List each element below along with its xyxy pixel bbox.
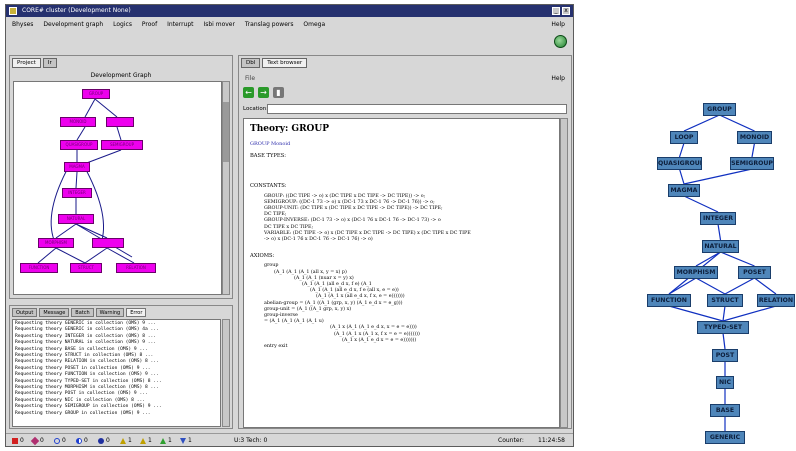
hierarchy-edge <box>695 251 721 267</box>
hierarchy-node-nic[interactable]: NIC <box>716 376 734 389</box>
hierarchy-node-base[interactable]: BASE <box>710 404 740 417</box>
hierarchy-node-quasigroup[interactable]: QUASIGROUP <box>657 157 702 170</box>
hierarchy-edge <box>720 251 755 267</box>
hierarchy-node-loop[interactable]: LOOP <box>670 131 698 144</box>
hierarchy-edge <box>717 223 722 241</box>
hierarchy-edge <box>683 195 719 213</box>
hierarchy-edge <box>754 277 777 295</box>
hierarchy-edge <box>668 305 724 322</box>
hierarchy-node-post[interactable]: POST <box>712 349 738 362</box>
hierarchy-edge <box>719 114 755 132</box>
hierarchy-edges <box>668 114 777 431</box>
hierarchy-edge <box>722 305 777 322</box>
hierarchy-edge <box>722 332 726 350</box>
hierarchy-node-struct[interactable]: STRUCT <box>707 294 743 307</box>
hierarchy-node-integer[interactable]: INTEGER <box>700 212 736 225</box>
hierarchy-edge <box>722 305 726 322</box>
hierarchy-edge <box>724 277 755 295</box>
hierarchy-edge <box>678 142 685 158</box>
hierarchy-node-magma[interactable]: MAGMA <box>668 184 700 197</box>
hierarchy-edge <box>678 168 685 185</box>
hierarchy-edge <box>683 168 753 185</box>
hierarchy-edge <box>668 277 697 295</box>
hierarchy-edge <box>695 277 726 295</box>
hierarchy-node-monoid[interactable]: MONOID <box>737 131 772 144</box>
hierarchy-node-morphism[interactable]: MORPHISM <box>674 266 718 279</box>
hierarchy-node-poset[interactable]: POSET <box>738 266 771 279</box>
hierarchy-node-function[interactable]: FUNCTION <box>647 294 691 307</box>
hierarchy-node-natural[interactable]: NATURAL <box>702 240 739 253</box>
hierarchy-node-group[interactable]: GROUP <box>703 103 736 116</box>
hierarchy-node-relation[interactable]: RELATION <box>757 294 795 307</box>
hierarchy-node-generic[interactable]: GENERIC <box>705 431 745 444</box>
hierarchy-node-semigroup[interactable]: SEMIGROUP <box>730 157 774 170</box>
hierarchy-edge <box>683 114 720 132</box>
screenshot: CORE# cluster (Development None) _ x Bhy… <box>0 0 796 451</box>
hierarchy-node-typed-set[interactable]: TYPED-SET <box>697 321 749 334</box>
hierarchy-edge <box>751 142 756 158</box>
